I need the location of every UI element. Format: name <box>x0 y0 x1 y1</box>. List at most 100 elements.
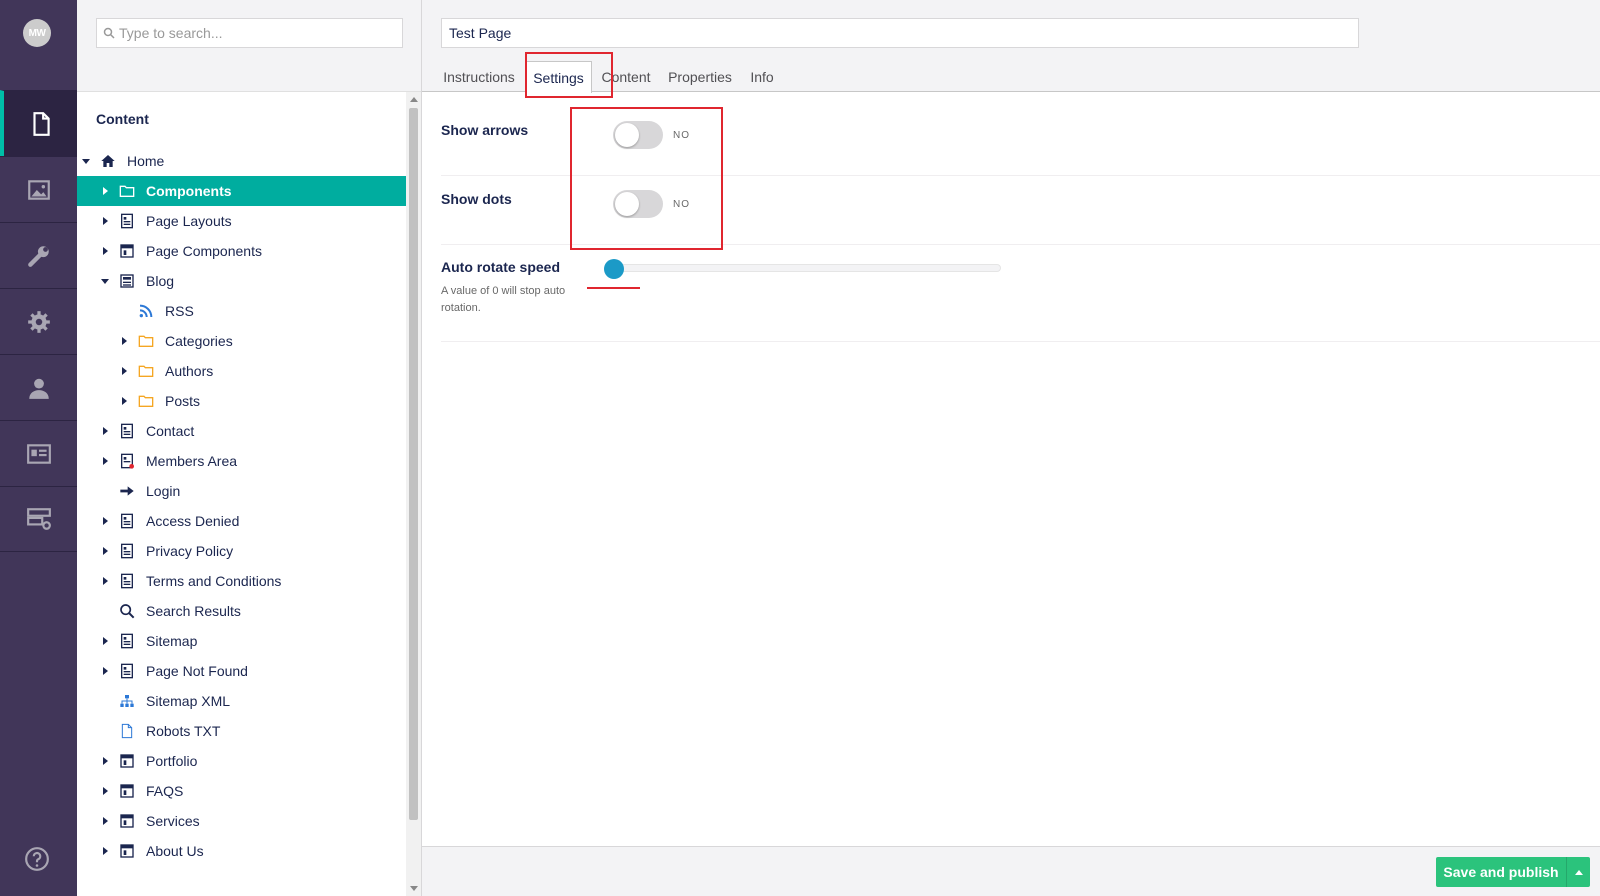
protected-page-icon <box>118 452 136 470</box>
arrow-right-icon <box>118 482 136 500</box>
tree-item-label: Portfolio <box>146 753 198 769</box>
tree-item[interactable]: Authors <box>77 356 406 386</box>
app-navigation: MW <box>0 0 77 896</box>
tree-scrollbar[interactable] <box>406 92 421 896</box>
highlight-box-settings-tab <box>525 52 613 98</box>
question-circle-icon[interactable] <box>24 846 50 872</box>
tree-item[interactable]: About Us <box>77 836 406 866</box>
user-avatar[interactable]: MW <box>23 19 51 47</box>
auto-rotate-speed-label: Auto rotate speed <box>441 259 561 275</box>
expand-caret-icon[interactable] <box>100 847 110 855</box>
tree-item[interactable]: Components <box>77 176 406 206</box>
tree-item[interactable]: Search Results <box>77 596 406 626</box>
tree-item[interactable]: Page Layouts <box>77 206 406 236</box>
expand-caret-icon[interactable] <box>100 787 110 795</box>
rss-icon <box>137 302 155 320</box>
layout-icon <box>118 242 136 260</box>
tree-item[interactable]: Privacy Policy <box>77 536 406 566</box>
tree-item-label: Services <box>146 813 200 829</box>
home-icon <box>99 152 117 170</box>
expand-caret-icon[interactable] <box>100 637 110 645</box>
highlight-underline-slider <box>587 287 640 289</box>
auto-rotate-slider-track[interactable] <box>611 264 1001 272</box>
tree-item[interactable]: Sitemap XML <box>77 686 406 716</box>
expand-caret-icon[interactable] <box>100 757 110 765</box>
tree-item[interactable]: RSS <box>77 296 406 326</box>
file-icon <box>118 722 136 740</box>
scroll-down-arrow[interactable] <box>410 886 418 891</box>
tree-item-label: FAQS <box>146 783 184 799</box>
folder-icon <box>118 182 136 200</box>
nav-members-section[interactable] <box>0 420 77 486</box>
nav-settings-section[interactable] <box>0 222 77 288</box>
tab-properties[interactable]: Properties <box>664 62 736 92</box>
id-card-icon <box>26 443 51 464</box>
nav-packages-section[interactable] <box>0 288 77 354</box>
tree-item[interactable]: Portfolio <box>77 746 406 776</box>
content-tree-panel: Content Home Components Page Layouts Page C… <box>77 0 422 896</box>
expand-caret-icon[interactable] <box>100 187 110 195</box>
tree-item[interactable]: Home <box>77 146 406 176</box>
tree-item-label: Robots TXT <box>146 723 221 739</box>
expand-caret-icon[interactable] <box>100 667 110 675</box>
expand-caret-icon[interactable] <box>100 577 110 585</box>
tree-item[interactable]: Page Not Found <box>77 656 406 686</box>
tree-item-label: Sitemap XML <box>146 693 231 709</box>
tree-item-label: Blog <box>146 273 175 289</box>
expand-caret-icon[interactable] <box>119 337 129 345</box>
tree-item-label: Page Not Found <box>146 663 248 679</box>
expand-caret-icon[interactable] <box>100 817 110 825</box>
nav-media-section[interactable] <box>0 156 77 222</box>
page-icon <box>118 662 136 680</box>
tree-item[interactable]: Services <box>77 806 406 836</box>
search-input[interactable] <box>119 25 389 41</box>
tree-item[interactable]: Blog <box>77 266 406 296</box>
nav-content-section[interactable] <box>0 90 77 156</box>
save-and-publish-label: Save and publish <box>1443 864 1559 880</box>
tree-item-label: Search Results <box>146 603 241 619</box>
auto-rotate-slider-thumb[interactable] <box>604 259 624 279</box>
tree-item-label: Components <box>146 183 232 199</box>
tree-item[interactable]: Contact <box>77 416 406 446</box>
expand-caret-icon[interactable] <box>100 517 110 525</box>
scrollbar-thumb[interactable] <box>409 108 418 820</box>
tab-instructions[interactable]: Instructions <box>440 62 518 92</box>
expand-caret-icon[interactable] <box>100 547 110 555</box>
tree-item[interactable]: Posts <box>77 386 406 416</box>
page-icon <box>118 542 136 560</box>
expand-caret-icon[interactable] <box>100 247 110 255</box>
tree-item[interactable]: Members Area <box>77 446 406 476</box>
tree-item[interactable]: FAQS <box>77 776 406 806</box>
expand-caret-icon[interactable] <box>100 217 110 225</box>
scroll-up-arrow[interactable] <box>410 97 418 102</box>
expand-caret-icon[interactable] <box>100 279 110 284</box>
tree-item[interactable]: Access Denied <box>77 506 406 536</box>
expand-caret-icon[interactable] <box>119 397 129 405</box>
expand-caret-icon[interactable] <box>100 457 110 465</box>
tree-item[interactable]: Terms and Conditions <box>77 566 406 596</box>
image-icon <box>27 179 50 200</box>
tab-info[interactable]: Info <box>746 62 778 92</box>
tree-item[interactable]: Login <box>77 476 406 506</box>
nav-users-section[interactable] <box>0 354 77 420</box>
nav-forms-section[interactable] <box>0 486 77 552</box>
show-arrows-label: Show arrows <box>441 122 529 138</box>
tree-item[interactable]: Robots TXT <box>77 716 406 746</box>
publish-options-caret-icon[interactable] <box>1566 857 1590 887</box>
page-icon <box>118 632 136 650</box>
tree-item-label: Posts <box>165 393 201 409</box>
tree-item[interactable]: Sitemap <box>77 626 406 656</box>
folder-icon <box>137 362 155 380</box>
tree-search-box[interactable] <box>96 18 403 48</box>
expand-caret-icon[interactable] <box>81 159 91 164</box>
save-and-publish-button[interactable]: Save and publish <box>1436 857 1590 887</box>
page-icon <box>118 572 136 590</box>
tree-item[interactable]: Page Components <box>77 236 406 266</box>
expand-caret-icon[interactable] <box>100 427 110 435</box>
search-icon <box>118 602 136 620</box>
tree-header <box>77 0 421 92</box>
page-name-input[interactable] <box>441 18 1359 48</box>
tree-item[interactable]: Categories <box>77 326 406 356</box>
editor-footer: Save and publish <box>422 846 1600 896</box>
expand-caret-icon[interactable] <box>119 367 129 375</box>
